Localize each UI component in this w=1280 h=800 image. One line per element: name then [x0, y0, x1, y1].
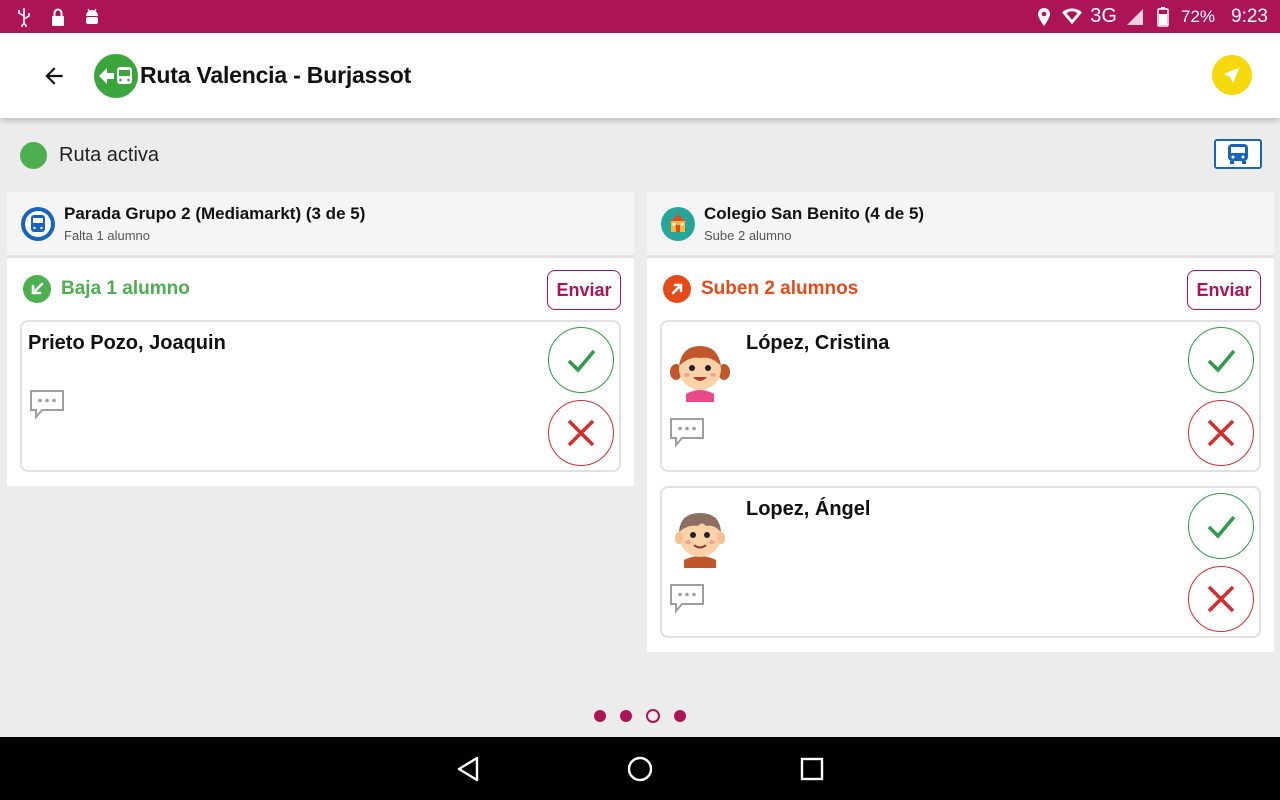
- navigation-button[interactable]: [1212, 55, 1252, 95]
- confirm-button[interactable]: [548, 327, 614, 393]
- square-recents-icon: [800, 757, 824, 780]
- triangle-back-icon: [457, 756, 479, 781]
- wifi-icon: [1062, 7, 1083, 27]
- status-indicator: [20, 141, 47, 169]
- nav-back-button[interactable]: [452, 753, 484, 785]
- comment-icon[interactable]: [668, 582, 706, 614]
- section-title: Baja 1 alumno: [61, 278, 190, 299]
- bus-view-button[interactable]: [1214, 139, 1262, 169]
- confirm-button[interactable]: [1188, 493, 1254, 559]
- school-icon: [661, 206, 695, 241]
- clock: 9:23: [1231, 5, 1268, 27]
- dropoff-arrow-icon: [23, 275, 51, 303]
- student-card: Prieto Pozo, Joaquin: [20, 320, 621, 472]
- lock-icon: [48, 7, 68, 27]
- stop-panel-left: Parada Grupo 2 (Mediamarkt) (3 de 5) Fal…: [7, 192, 634, 486]
- stop-panel-right: Colegio San Benito (4 de 5) Sube 2 alumn…: [647, 192, 1274, 652]
- close-icon: [567, 419, 595, 447]
- close-icon: [1207, 585, 1235, 613]
- route-bus-logo-icon: [94, 53, 138, 98]
- comment-icon[interactable]: [28, 388, 66, 420]
- page-dot[interactable]: [620, 710, 632, 722]
- page-indicator: [0, 709, 1280, 723]
- circle-home-icon: [627, 756, 653, 781]
- bus-stop-icon: [21, 206, 55, 241]
- send-button[interactable]: Enviar: [547, 270, 621, 310]
- boy-avatar-icon: [668, 504, 732, 568]
- dropoff-section: Baja 1 alumno Enviar: [7, 258, 634, 320]
- navigation-arrow-icon: [1224, 67, 1240, 83]
- stop-subtitle: Sube 2 alumno: [704, 228, 792, 243]
- status-bar: 3G 72% 9:23: [0, 0, 1280, 33]
- signal-icon: [1125, 7, 1145, 27]
- nav-recents-button[interactable]: [796, 753, 828, 785]
- page-title: Ruta Valencia - Burjassot: [140, 62, 412, 88]
- page-dot-current[interactable]: [646, 709, 660, 723]
- student-card: Lopez, Ángel: [660, 486, 1261, 638]
- route-status-row: Ruta activa: [0, 130, 1280, 180]
- reject-button[interactable]: [1188, 400, 1254, 466]
- page-dot[interactable]: [674, 710, 686, 722]
- check-icon: [567, 349, 596, 373]
- reject-button[interactable]: [548, 400, 614, 466]
- close-icon: [1207, 419, 1235, 447]
- stop-subtitle: Falta 1 alumno: [64, 228, 150, 243]
- stop-title: Colegio San Benito (4 de 5): [704, 204, 925, 223]
- stop-title: Parada Grupo 2 (Mediamarkt) (3 de 5): [64, 204, 366, 223]
- girl-avatar-icon: [668, 338, 732, 402]
- student-name: Prieto Pozo, Joaquin: [28, 332, 226, 354]
- student-card: López, Cristina: [660, 320, 1261, 472]
- system-nav-bar: [0, 737, 1280, 800]
- check-icon: [1207, 515, 1236, 539]
- battery-level: 72%: [1180, 6, 1216, 26]
- back-button[interactable]: [34, 56, 74, 96]
- confirm-button[interactable]: [1188, 327, 1254, 393]
- network-type: 3G: [1090, 5, 1117, 27]
- battery-icon: [1153, 6, 1173, 27]
- check-icon: [1207, 349, 1236, 373]
- location-icon: [1034, 7, 1054, 27]
- arrow-back-icon: [45, 66, 63, 85]
- pickup-section: Suben 2 alumnos Enviar: [647, 258, 1274, 320]
- android-icon: [82, 7, 102, 27]
- pickup-arrow-icon: [663, 275, 691, 303]
- comment-icon[interactable]: [668, 416, 706, 448]
- usb-icon: [14, 7, 34, 27]
- bus-icon: [1228, 144, 1248, 164]
- student-name: López, Cristina: [746, 332, 890, 354]
- section-title: Suben 2 alumnos: [701, 278, 859, 299]
- reject-button[interactable]: [1188, 566, 1254, 632]
- send-button[interactable]: Enviar: [1187, 270, 1261, 310]
- stop-header: Colegio San Benito (4 de 5) Sube 2 alumn…: [647, 192, 1274, 258]
- app-bar: Ruta Valencia - Burjassot: [0, 33, 1280, 118]
- route-status-label: Ruta activa: [59, 143, 160, 166]
- stop-header: Parada Grupo 2 (Mediamarkt) (3 de 5) Fal…: [7, 192, 634, 258]
- nav-home-button[interactable]: [624, 753, 656, 785]
- student-name: Lopez, Ángel: [746, 498, 871, 520]
- page-dot[interactable]: [594, 710, 606, 722]
